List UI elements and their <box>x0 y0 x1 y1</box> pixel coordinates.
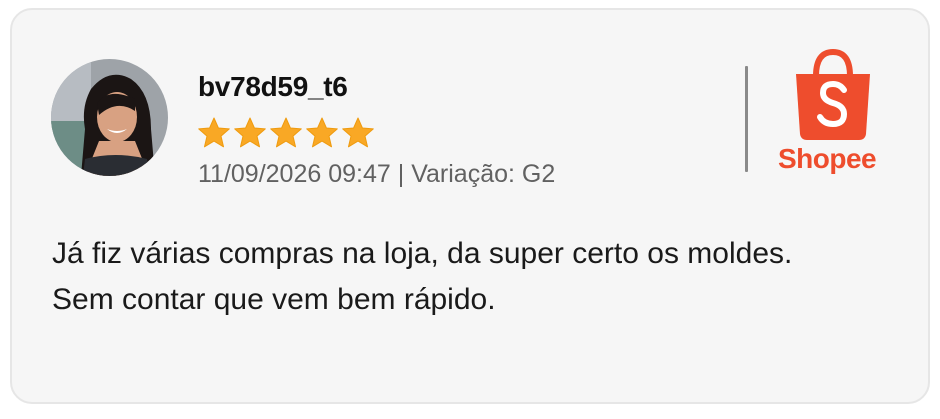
star-icon <box>342 117 374 148</box>
username: bv78d59_t6 <box>198 71 348 102</box>
user-photo-avatar <box>51 59 168 176</box>
star-icon <box>306 117 338 148</box>
variation-label: Variação: <box>411 160 515 188</box>
meta-separator: | <box>397 160 405 188</box>
variation-value: G2 <box>521 160 556 188</box>
review-text-line: Sem contar que vem bem rápido. <box>52 283 496 316</box>
star-icon <box>270 117 302 148</box>
star-icon <box>234 117 266 148</box>
review-card: bv78d59_t6 11/09/2026 09:47 | Variação: … <box>10 8 930 404</box>
brand-name: Shopee <box>778 143 877 174</box>
star-icon <box>198 117 230 148</box>
avatar <box>51 59 168 176</box>
star-rating <box>197 116 375 152</box>
review-text: Já fiz várias compras na loja, da super … <box>52 231 912 323</box>
review-meta: 11/09/2026 09:47 | Variação: G2 <box>198 158 555 190</box>
shopee-bag-icon <box>792 46 874 142</box>
divider <box>745 66 748 172</box>
review-date: 11/09/2026 09:47 <box>198 160 391 188</box>
review-text-line: Já fiz várias compras na loja, da super … <box>52 237 793 270</box>
